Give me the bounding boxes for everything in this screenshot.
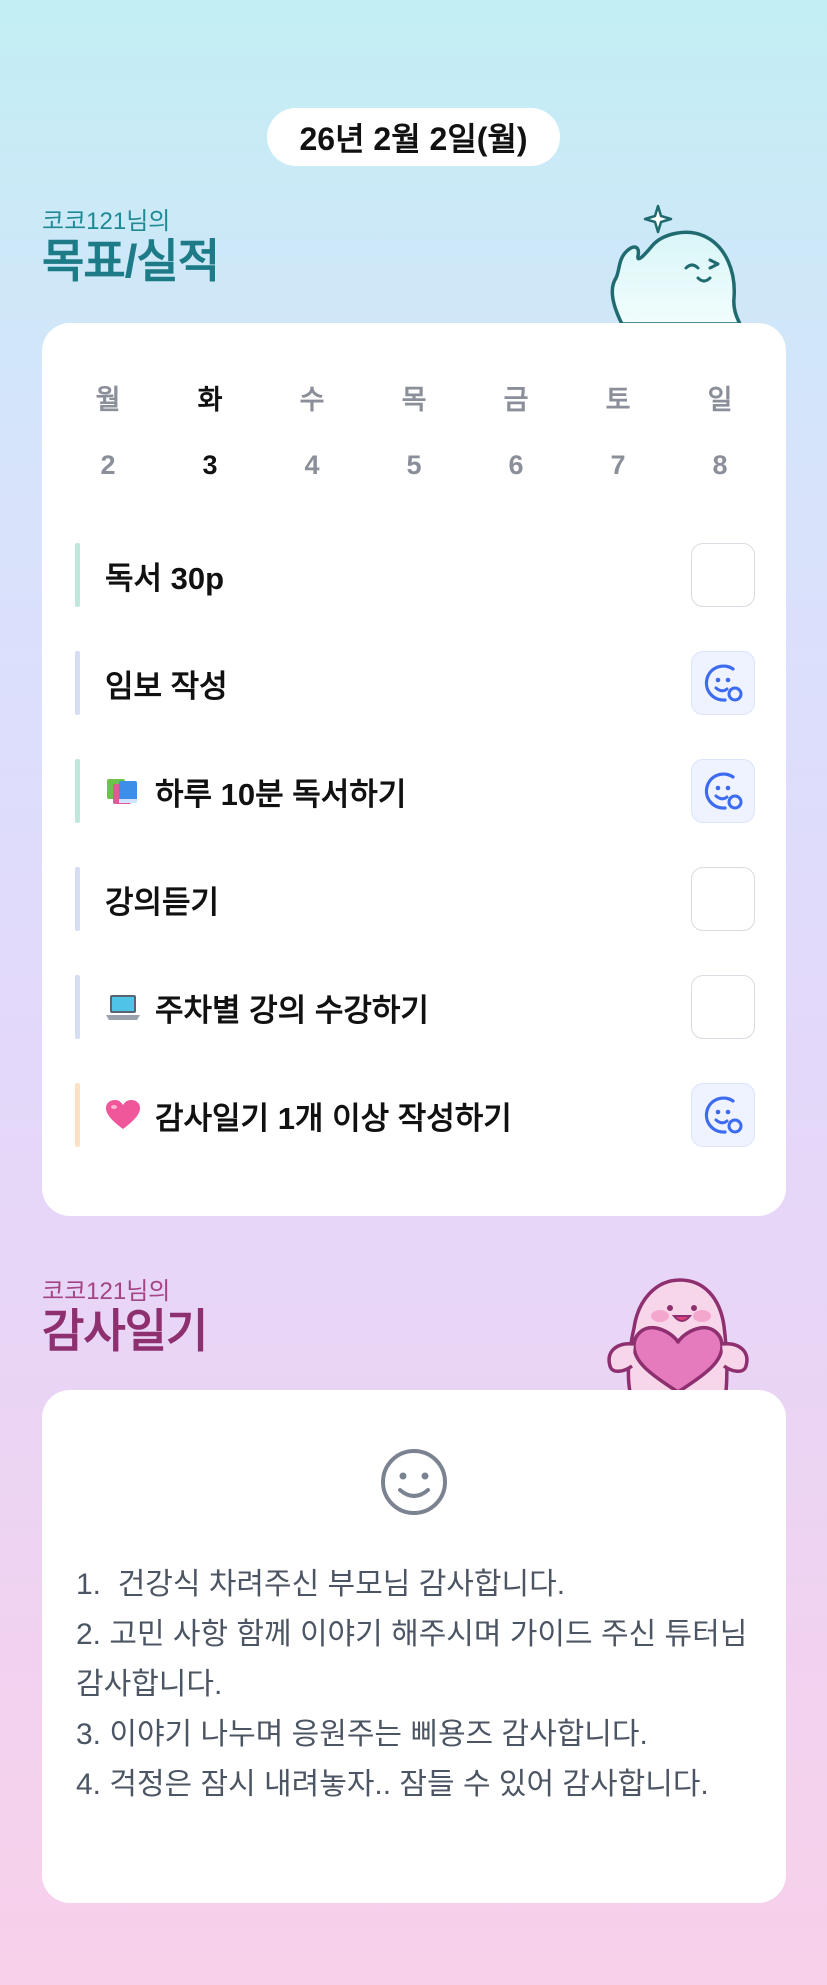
weekday-mon[interactable]: 월 — [68, 378, 148, 417]
goals-subtitle: 코코121님의 — [42, 208, 171, 235]
goal-item: 임보 작성 — [75, 649, 755, 717]
goal-checkbox-completed[interactable] — [691, 759, 755, 823]
goal-label: 감사일기 1개 이상 작성하기 — [105, 1081, 512, 1149]
thanks-entries: 1. 건강식 차려주신 부모님 감사합니다. 2. 고민 사항 함께 이야기 해… — [76, 1560, 756, 1810]
weekday-sun[interactable]: 일 — [680, 378, 760, 417]
thanks-card: 1. 건강식 차려주신 부모님 감사합니다. 2. 고민 사항 함께 이야기 해… — [42, 1390, 786, 1903]
laptop-icon — [106, 995, 140, 1020]
goal-color-bar — [75, 867, 80, 931]
goal-color-bar — [75, 975, 80, 1039]
neutral-smile-icon[interactable] — [378, 1446, 450, 1518]
goal-item: 감사일기 1개 이상 작성하기 — [75, 1081, 755, 1149]
goal-text: 하루 10분 독서하기 — [155, 776, 407, 812]
weekday-tue[interactable]: 화 — [170, 378, 250, 417]
weekday-thu[interactable]: 목 — [374, 378, 454, 417]
goal-color-bar — [75, 651, 80, 715]
heart-hug-mascot-icon — [607, 1278, 749, 1392]
goal-checkbox[interactable] — [691, 867, 755, 931]
goal-checkbox-completed[interactable] — [691, 1083, 755, 1147]
smile-check-icon — [704, 772, 743, 810]
date-mon[interactable]: 2 — [68, 450, 148, 481]
thanks-subtitle: 코코121님의 — [42, 1278, 171, 1305]
goal-label: 하루 10분 독서하기 — [105, 757, 406, 825]
goal-label: 주차별 강의 수강하기 — [105, 973, 429, 1041]
goal-checkbox[interactable] — [691, 543, 755, 607]
goal-item: 하루 10분 독서하기 — [75, 757, 755, 825]
thanks-entry: 2. 고민 사항 함께 이야기 해주시며 가이드 주신 튜터님 감사합니다. — [76, 1618, 756, 1701]
weekday-names: 월 화 수 목 금 토 일 — [42, 378, 786, 422]
date-sat[interactable]: 7 — [578, 450, 658, 481]
date-tue[interactable]: 3 — [170, 450, 250, 481]
thanks-entry: 4. 걱정은 잠시 내려놓자.. 잠들 수 있어 감사합니다. — [76, 1768, 709, 1801]
goal-checkbox[interactable] — [691, 975, 755, 1039]
goals-card: 월 화 수 목 금 토 일 2 3 4 5 6 7 8 독서 30p 임보 작성 — [42, 323, 786, 1216]
goal-color-bar — [75, 1083, 80, 1147]
weekday-sat[interactable]: 토 — [578, 378, 658, 417]
smile-check-icon — [704, 1096, 743, 1134]
date-selector[interactable]: 26년 2월 2일(월) — [267, 108, 560, 166]
goal-label: 독서 30p — [105, 541, 224, 609]
pink-heart-icon — [106, 1100, 140, 1129]
books-icon — [107, 779, 137, 804]
thanks-entry: 3. 이야기 나누며 응원주는 삐용즈 감사합니다. — [76, 1718, 648, 1751]
goal-text: 독서 30p — [105, 560, 225, 596]
weekday-wed[interactable]: 수 — [272, 378, 352, 417]
date-sun[interactable]: 8 — [680, 450, 760, 481]
goal-checkbox-completed[interactable] — [691, 651, 755, 715]
date-label: 26년 2월 2일(월) — [299, 121, 528, 157]
goal-text: 주차별 강의 수강하기 — [155, 992, 429, 1028]
goal-text: 감사일기 1개 이상 작성하기 — [155, 1100, 512, 1136]
goal-item: 강의듣기 — [75, 865, 755, 933]
thanks-entry: 1. 건강식 차려주신 부모님 감사합니다. — [76, 1568, 566, 1601]
goal-label: 강의듣기 — [105, 865, 219, 933]
thanks-section-header: 코코121님의 감사일기 — [42, 1277, 208, 1357]
date-thu[interactable]: 5 — [374, 450, 454, 481]
goal-item: 독서 30p — [75, 541, 755, 609]
date-fri[interactable]: 6 — [476, 450, 556, 481]
goal-label: 임보 작성 — [105, 649, 228, 717]
goal-item: 주차별 강의 수강하기 — [75, 973, 755, 1041]
weekday-dates: 2 3 4 5 6 7 8 — [42, 450, 786, 494]
goals-title: 목표/실적 — [42, 235, 220, 287]
weekday-fri[interactable]: 금 — [476, 378, 556, 417]
thanks-title: 감사일기 — [42, 1305, 208, 1357]
goal-color-bar — [75, 759, 80, 823]
thumbs-up-mascot-icon — [610, 204, 742, 324]
goals-section-header: 코코121님의 목표/실적 — [42, 207, 220, 287]
goal-text: 강의듣기 — [105, 884, 220, 920]
goal-text: 임보 작성 — [105, 668, 228, 704]
goal-color-bar — [75, 543, 80, 607]
date-wed[interactable]: 4 — [272, 450, 352, 481]
smile-check-icon — [704, 664, 743, 702]
